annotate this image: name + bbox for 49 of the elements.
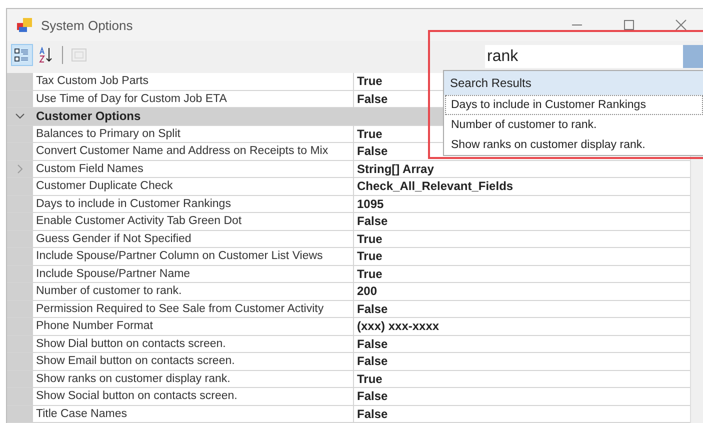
property-value[interactable]: (xxx) xxx-xxxx bbox=[354, 318, 690, 334]
property-value[interactable]: Check_All_Relevant_Fields bbox=[354, 178, 690, 194]
property-value[interactable]: String[] Array bbox=[354, 160, 690, 177]
property-name[interactable]: Include Spouse/Partner Name bbox=[33, 266, 354, 282]
property-value[interactable]: True bbox=[354, 230, 690, 247]
close-icon[interactable] bbox=[675, 19, 687, 31]
property-name[interactable]: Show Dial button on contacts screen. bbox=[33, 336, 354, 352]
property-value[interactable]: False bbox=[354, 406, 690, 422]
property-value[interactable]: False bbox=[354, 388, 690, 404]
property-value[interactable]: True bbox=[354, 248, 690, 264]
property-name[interactable]: Include Spouse/Partner Column on Customer List Views bbox=[33, 248, 354, 264]
property-value[interactable]: False bbox=[354, 336, 690, 352]
property-name[interactable]: Convert Customer Name and Address on Receipts to Mix bbox=[33, 143, 354, 160]
property-name[interactable]: Show Email button on contacts screen. bbox=[33, 353, 354, 370]
search-result[interactable]: Show ranks on customer display rank. bbox=[445, 135, 703, 155]
app-icon bbox=[17, 17, 33, 33]
maximize-icon[interactable] bbox=[623, 19, 635, 31]
property-value[interactable]: False bbox=[354, 353, 690, 370]
property-value[interactable]: True bbox=[354, 370, 690, 387]
window-title: System Options bbox=[41, 18, 133, 32]
categorized-view-button[interactable] bbox=[11, 44, 33, 66]
search-result[interactable]: Days to include in Customer Rankings bbox=[445, 95, 703, 115]
property-name[interactable]: Guess Gender if Not Specified bbox=[33, 230, 354, 247]
sort-az-icon bbox=[38, 47, 54, 63]
property-name[interactable]: Number of customer to rank. bbox=[33, 283, 354, 300]
property-name[interactable]: Show Social button on contacts screen. bbox=[33, 388, 354, 404]
property-name[interactable]: Days to include in Customer Rankings bbox=[33, 196, 354, 212]
categorized-list-icon bbox=[14, 47, 30, 63]
search-field[interactable]: rank bbox=[485, 45, 683, 68]
property-name[interactable]: Title Case Names bbox=[33, 406, 354, 422]
property-name[interactable]: Balances to Primary on Split bbox=[33, 126, 354, 142]
search-result[interactable]: Number of customer to rank. bbox=[445, 115, 703, 135]
property-name[interactable]: Custom Field Names bbox=[33, 160, 354, 177]
property-value[interactable]: 200 bbox=[354, 283, 690, 300]
property-value[interactable]: 1095 bbox=[354, 196, 690, 212]
property-value[interactable]: False bbox=[354, 300, 690, 317]
property-name[interactable]: Enable Customer Activity Tab Green Dot bbox=[33, 213, 354, 230]
property-name[interactable]: Phone Number Format bbox=[33, 318, 354, 334]
category-header[interactable]: Customer Options bbox=[33, 108, 141, 124]
property-name[interactable]: Show ranks on customer display rank. bbox=[33, 370, 354, 387]
property-name[interactable]: Customer Duplicate Check bbox=[33, 178, 354, 194]
chevron-icon[interactable] bbox=[15, 111, 25, 122]
dropdown-header: Search Results bbox=[444, 71, 703, 95]
property-value[interactable]: True bbox=[354, 266, 690, 282]
property-name[interactable]: Permission Required to See Sale from Customer Activity bbox=[33, 300, 354, 317]
pages-icon bbox=[71, 47, 87, 63]
property-name[interactable]: Tax Custom Job Parts bbox=[33, 73, 354, 90]
property-name[interactable]: Use Time of Day for Custom Job ETA bbox=[33, 90, 354, 107]
property-value[interactable]: False bbox=[354, 213, 690, 230]
